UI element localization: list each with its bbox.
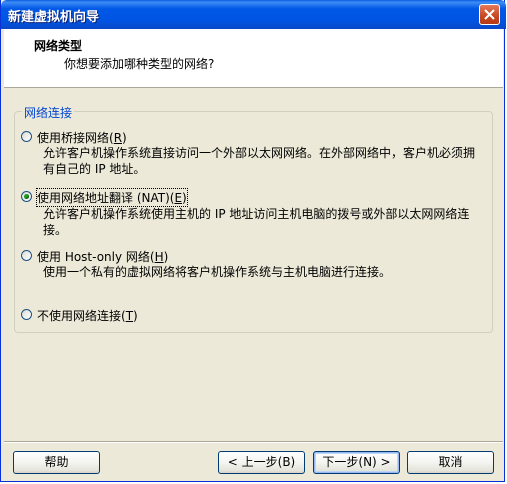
page-subtitle: 你想要添加哪种类型的网络?	[64, 57, 215, 71]
group-legend: 网络连接	[22, 104, 75, 121]
radio-host-only[interactable]	[21, 250, 32, 261]
close-button[interactable]	[479, 4, 500, 25]
wizard-header: 网络类型 你想要添加哪种类型的网络?	[4, 29, 503, 88]
wizard-window: 新建虚拟机向导 网络类型 你想要添加哪种类型的网络? 网络连接 使用桥接网络(R…	[0, 0, 506, 482]
option-host-only-label[interactable]: 使用 Host-only 网络(H)	[37, 248, 168, 265]
footer-separator	[4, 441, 503, 443]
help-button[interactable]: 帮助	[13, 451, 100, 474]
radio-nat[interactable]	[21, 191, 32, 202]
radio-bridged[interactable]	[21, 131, 32, 142]
option-nat-label[interactable]: 使用网络地址翻译 (NAT)(E)	[36, 188, 188, 207]
window-title: 新建虚拟机向导	[8, 10, 100, 25]
option-nat-description-line1: 允许客户机操作系统使用主机的 IP 地址访问主机电脑的拨号或外部以太网网络连	[43, 207, 470, 221]
next-button[interactable]: 下一步(N) >	[313, 451, 400, 474]
radio-no-network[interactable]	[21, 309, 32, 320]
cancel-button[interactable]: 取消	[407, 451, 494, 474]
option-nat-description-line2: 接。	[43, 223, 68, 237]
option-bridged-description-line1: 允许客户机操作系统直接访问一个外部以太网网络。在外部网络中，客户机必须拥	[43, 146, 476, 160]
option-bridged-label[interactable]: 使用桥接网络(R)	[37, 129, 127, 146]
close-icon	[484, 9, 495, 20]
page-title: 网络类型	[34, 39, 83, 53]
option-no-network-label[interactable]: 不使用网络连接(T)	[37, 307, 138, 324]
option-host-only-description: 使用一个私有的虚拟网络将客户机操作系统与主机电脑进行连接。	[43, 265, 392, 279]
back-button[interactable]: < 上一步(B)	[218, 451, 305, 474]
option-bridged-description-line2: 有自己的 IP 地址。	[43, 162, 146, 176]
title-bar[interactable]: 新建虚拟机向导	[1, 0, 506, 29]
